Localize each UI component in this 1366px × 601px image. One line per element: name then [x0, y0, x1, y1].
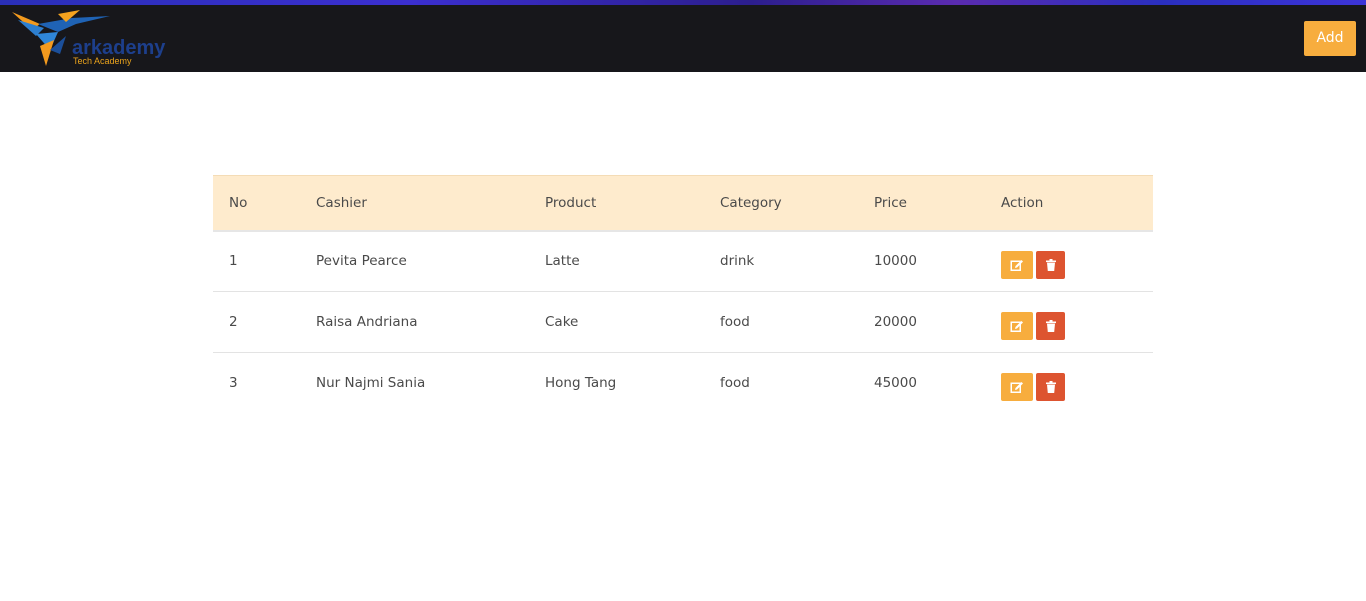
cell-cashier: Raisa Andriana: [316, 314, 418, 330]
cell-cashier: Pevita Pearce: [316, 253, 407, 270]
column-header-cashier: Cashier: [316, 194, 367, 211]
cell-price: 45000: [874, 375, 917, 392]
table-header: No Cashier Product Category Price Action: [213, 175, 1153, 231]
trash-icon: [1045, 319, 1056, 332]
transactions-table-container: No Cashier Product Category Price Action…: [213, 175, 1153, 414]
cell-cashier: Nur Najmi Sania: [316, 375, 426, 392]
cell-no: 1: [229, 253, 238, 270]
edit-icon: [1010, 320, 1023, 332]
cell-product: Cake: [545, 314, 579, 330]
cell-product: Hong Tang: [545, 375, 617, 392]
cell-price: 20000: [874, 314, 917, 330]
edit-icon: [1010, 259, 1023, 271]
table-row: 1 Pevita Pearce Latte drink 10000: [213, 231, 1153, 292]
table-row: 2 Raisa Andriana Cake food 20000: [213, 292, 1153, 353]
column-header-price: Price: [874, 194, 907, 211]
column-header-action: Action: [1001, 194, 1044, 211]
cell-category: food: [720, 375, 750, 392]
navbar-accent-stripe: [0, 0, 1366, 5]
delete-button[interactable]: [1036, 311, 1065, 340]
edit-button[interactable]: [1001, 250, 1033, 279]
add-button[interactable]: Add: [1304, 21, 1356, 56]
table-header-row: No Cashier Product Category Price Action: [213, 175, 1153, 231]
column-header-no: No: [229, 194, 248, 211]
cell-action: [985, 353, 1153, 414]
trash-icon: [1045, 380, 1056, 393]
column-header-product: Product: [545, 194, 597, 211]
cell-category: food: [720, 314, 750, 330]
navbar: arkademy Tech Academy Add: [0, 0, 1366, 72]
cell-no: 3: [229, 375, 238, 392]
brand-name: arkademy: [72, 37, 166, 59]
cell-action: [985, 292, 1153, 353]
brand-logo[interactable]: arkademy Tech Academy: [10, 10, 190, 68]
delete-button[interactable]: [1036, 372, 1065, 401]
trash-icon: [1045, 258, 1056, 271]
cell-price: 10000: [874, 253, 917, 270]
transactions-table: No Cashier Product Category Price Action…: [213, 175, 1153, 414]
column-header-category: Category: [720, 194, 782, 211]
table-body: 1 Pevita Pearce Latte drink 10000 2 Rais…: [213, 231, 1153, 414]
cell-product: Latte: [545, 253, 580, 270]
edit-icon: [1010, 381, 1023, 393]
brand-tagline: Tech Academy: [73, 56, 132, 66]
cell-action: [985, 231, 1153, 292]
cell-category: drink: [720, 253, 755, 270]
edit-button[interactable]: [1001, 372, 1033, 401]
cell-no: 2: [229, 314, 238, 330]
edit-button[interactable]: [1001, 311, 1033, 340]
table-row: 3 Nur Najmi Sania Hong Tang food 45000: [213, 353, 1153, 414]
delete-button[interactable]: [1036, 250, 1065, 279]
